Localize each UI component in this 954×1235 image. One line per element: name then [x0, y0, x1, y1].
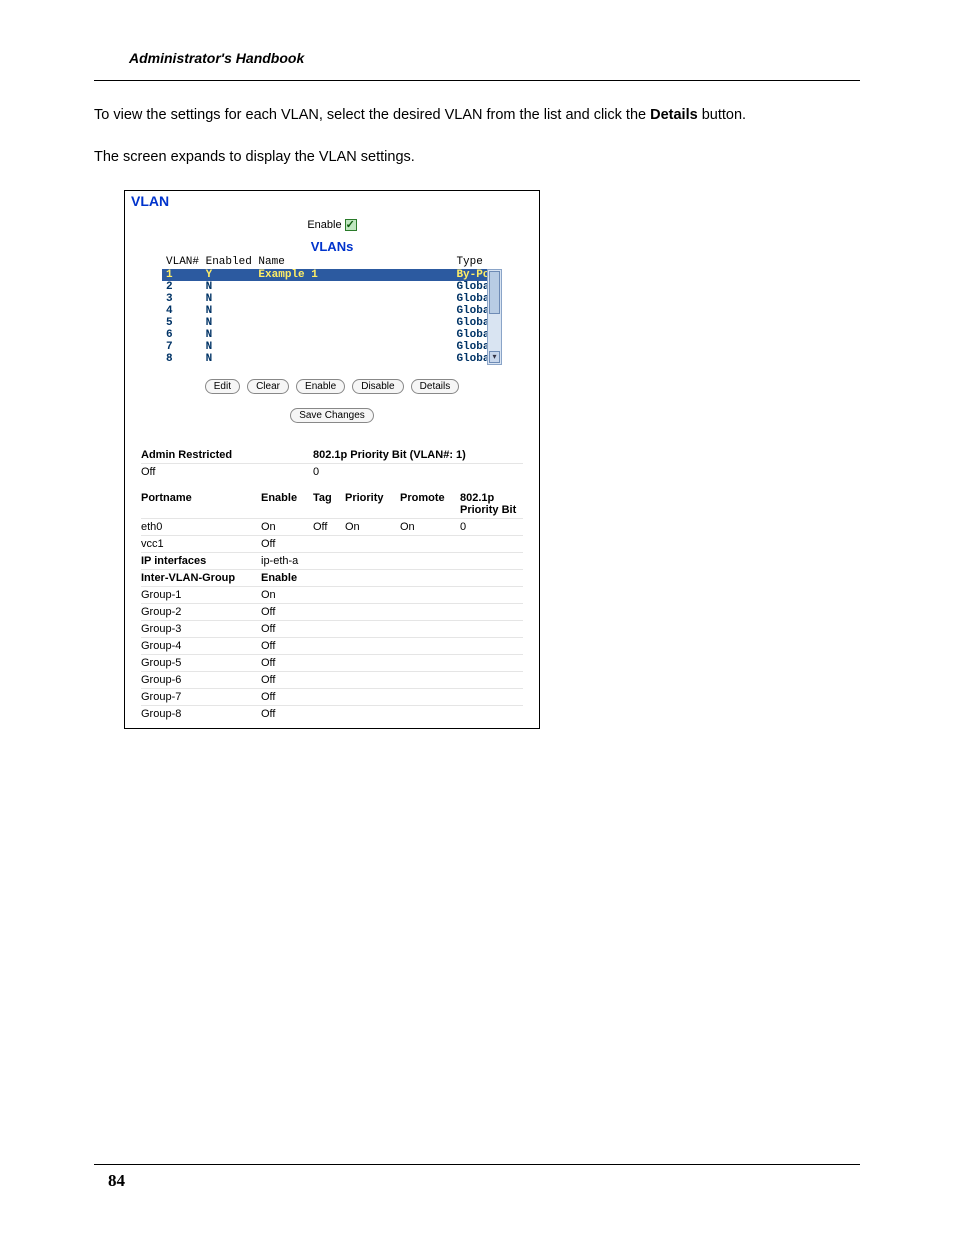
group-name: Group-5: [141, 657, 261, 669]
group-row: Group-3Off: [141, 620, 523, 637]
group-enable: Off: [261, 623, 313, 635]
page-number: 84: [108, 1171, 125, 1191]
group-name: Group-7: [141, 691, 261, 703]
enable-checkbox[interactable]: [345, 219, 357, 231]
vlan-list-row[interactable]: 1 Y Example 1 By-Port: [162, 269, 487, 281]
port-pbit: [460, 538, 523, 550]
footer-rule: [94, 1164, 860, 1165]
running-head: Administrator's Handbook: [94, 50, 860, 81]
enable-button[interactable]: Enable: [296, 379, 345, 394]
group-name: Group-6: [141, 674, 261, 686]
group-name: Group-8: [141, 708, 261, 720]
p1-part-c: button.: [698, 107, 746, 123]
priority-bit-value: 0: [313, 466, 523, 478]
port-enable: On: [261, 521, 313, 533]
edit-button[interactable]: Edit: [205, 379, 240, 394]
port-promote: On: [400, 521, 460, 533]
scroll-thumb[interactable]: [489, 271, 500, 314]
group-row: Group-6Off: [141, 671, 523, 688]
group-row: Group-1On: [141, 586, 523, 603]
body-paragraph-1: To view the settings for each VLAN, sele…: [94, 105, 860, 125]
h-pbit: 802.1p Priority Bit: [460, 492, 523, 516]
port-row: vcc1Off: [141, 535, 523, 552]
port-row: eth0OnOffOnOn0: [141, 518, 523, 535]
port-name: vcc1: [141, 538, 261, 550]
group-enable: On: [261, 589, 313, 601]
scroll-down-icon[interactable]: ▾: [489, 351, 500, 363]
h-priority: Priority: [345, 492, 400, 516]
port-tag: [313, 538, 345, 550]
details-block: Admin Restricted 802.1p Priority Bit (VL…: [125, 443, 539, 722]
panel-title: VLAN: [125, 191, 539, 213]
group-name: Group-4: [141, 640, 261, 652]
ip-interfaces-label: IP interfaces: [141, 555, 261, 567]
body-paragraph-2: The screen expands to display the VLAN s…: [94, 147, 860, 167]
button-row: Edit Clear Enable Disable Details: [125, 379, 539, 394]
vlans-subtitle: VLANs: [125, 239, 539, 254]
port-pbit: 0: [460, 521, 523, 533]
group-row: Group-2Off: [141, 603, 523, 620]
vlan-panel: VLAN Enable VLANs VLAN# Enabled Name Typ…: [124, 190, 540, 729]
inter-vlan-group-enable-h: Enable: [261, 572, 313, 584]
vlan-list-row[interactable]: 6 N Global: [162, 329, 487, 341]
vlan-list-box[interactable]: 1 Y Example 1 By-Port2 N Global3 N Globa…: [162, 269, 502, 365]
group-enable: Off: [261, 640, 313, 652]
enable-row: Enable: [125, 213, 539, 239]
h-enable: Enable: [261, 492, 313, 516]
h-portname: Portname: [141, 492, 261, 516]
ip-interfaces-value: ip-eth-a: [261, 555, 313, 567]
vlan-list-row[interactable]: 4 N Global: [162, 305, 487, 317]
group-enable: Off: [261, 674, 313, 686]
group-name: Group-2: [141, 606, 261, 618]
p1-bold: Details: [650, 107, 698, 123]
group-name: Group-3: [141, 623, 261, 635]
port-tag: Off: [313, 521, 345, 533]
details-button[interactable]: Details: [411, 379, 460, 394]
group-enable: Off: [261, 708, 313, 720]
group-enable: Off: [261, 606, 313, 618]
vlan-list: VLAN# Enabled Name Type 1 Y Example 1 By…: [162, 256, 502, 365]
vlan-list-row[interactable]: 2 N Global: [162, 281, 487, 293]
vlan-list-row[interactable]: 5 N Global: [162, 317, 487, 329]
scrollbar[interactable]: ▾: [487, 269, 502, 365]
port-name: eth0: [141, 521, 261, 533]
vlan-list-row[interactable]: 3 N Global: [162, 293, 487, 305]
vlan-list-row[interactable]: 8 N Global: [162, 353, 487, 365]
inter-vlan-group-label: Inter-VLAN-Group: [141, 572, 261, 584]
admin-restricted-label: Admin Restricted: [141, 449, 261, 461]
admin-restricted-value: Off: [141, 466, 261, 478]
group-row: Group-8Off: [141, 705, 523, 722]
save-button-row: Save Changes: [125, 408, 539, 423]
group-name: Group-1: [141, 589, 261, 601]
port-priority: On: [345, 521, 400, 533]
priority-bit-label: 802.1p Priority Bit (VLAN#: 1): [313, 449, 523, 461]
port-promote: [400, 538, 460, 550]
group-row: Group-5Off: [141, 654, 523, 671]
vlan-list-headers: VLAN# Enabled Name Type: [162, 256, 502, 268]
group-enable: Off: [261, 691, 313, 703]
enable-label: Enable: [307, 219, 341, 231]
disable-button[interactable]: Disable: [352, 379, 403, 394]
group-row: Group-7Off: [141, 688, 523, 705]
group-row: Group-4Off: [141, 637, 523, 654]
clear-button[interactable]: Clear: [247, 379, 289, 394]
port-enable: Off: [261, 538, 313, 550]
save-changes-button[interactable]: Save Changes: [290, 408, 374, 423]
vlan-list-row[interactable]: 7 N Global: [162, 341, 487, 353]
p1-part-a: To view the settings for each VLAN, sele…: [94, 107, 650, 123]
group-enable: Off: [261, 657, 313, 669]
port-priority: [345, 538, 400, 550]
h-tag: Tag: [313, 492, 345, 516]
h-promote: Promote: [400, 492, 460, 516]
